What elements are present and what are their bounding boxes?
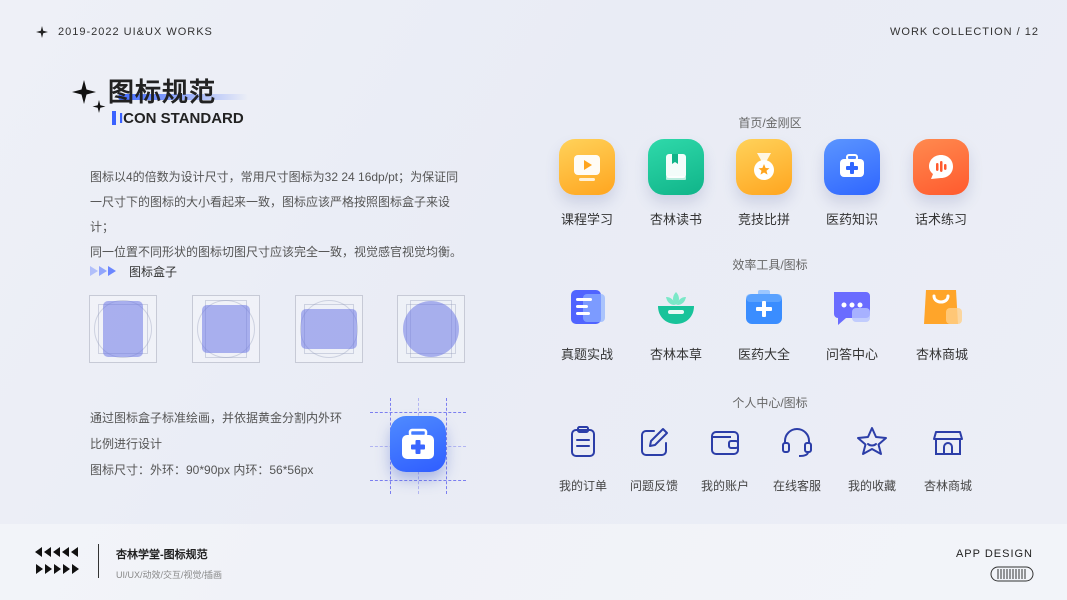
qa-chat-icon bbox=[828, 284, 876, 332]
footer-divider bbox=[98, 544, 99, 578]
footer-subtitle: UI/UX/动效/交互/视觉/插画 bbox=[116, 570, 223, 580]
icon-box-square bbox=[192, 295, 260, 363]
home-item-reading[interactable]: 杏林读书 bbox=[636, 139, 716, 228]
home-item-medical[interactable]: 医药知识 bbox=[812, 139, 892, 228]
icon-box-landscape bbox=[295, 295, 363, 363]
personal-item-store[interactable]: 杏林商城 bbox=[908, 424, 988, 494]
section-title-personal: 个人中心/图标 bbox=[732, 396, 808, 410]
icon-box-label: 图标盒子 bbox=[129, 265, 178, 279]
footer-right-text: APP DESIGN bbox=[955, 548, 1033, 560]
personal-item-feedback[interactable]: 问题反馈 bbox=[614, 424, 694, 494]
tools-item-label: 问答中心 bbox=[825, 347, 878, 362]
book-icon bbox=[648, 139, 704, 195]
medical-box-icon bbox=[740, 284, 788, 332]
tools-item-label: 杏林商城 bbox=[915, 347, 968, 362]
header-left-text: 2019-2022 UI&UX WORKS bbox=[58, 26, 213, 38]
icon-box-portrait bbox=[89, 295, 157, 363]
personal-item-account[interactable]: 我的账户 bbox=[685, 424, 765, 494]
tools-item-qa[interactable]: 问答中心 bbox=[812, 284, 892, 363]
personal-item-label: 我的账户 bbox=[700, 479, 749, 493]
herb-bowl-icon bbox=[652, 284, 700, 332]
description-line: 一尺寸下的图标的大小看起来一致，图标应该严格按照图标盒子来设计； bbox=[90, 195, 451, 234]
personal-item-orders[interactable]: 我的订单 bbox=[543, 424, 623, 494]
store-icon bbox=[933, 431, 963, 455]
footer-title: 杏林学堂-图标规范 bbox=[116, 549, 208, 561]
subtitle-rest: CON STANDARD bbox=[123, 110, 244, 127]
home-item-label: 竞技比拼 bbox=[737, 212, 790, 227]
home-item-label: 杏林读书 bbox=[649, 212, 702, 227]
tools-item-herb[interactable]: 杏林本草 bbox=[636, 284, 716, 363]
feedback-edit-icon bbox=[641, 428, 668, 456]
personal-item-favorites[interactable]: 我的收藏 bbox=[832, 424, 912, 494]
home-item-label: 医药知识 bbox=[825, 212, 878, 227]
description: 图标以4的倍数为设计尺寸，常用尺寸图标为32 24 16dp/pt；为保证同 一… bbox=[90, 165, 470, 265]
tools-item-label: 真题实战 bbox=[560, 347, 613, 362]
video-course-icon bbox=[559, 139, 615, 195]
personal-item-label: 我的订单 bbox=[558, 479, 607, 493]
tools-item-mall[interactable]: 杏林商城 bbox=[902, 284, 982, 363]
method-description: 通过图标盒子标准绘画，并依据黄金分割内外环 比例进行设计 图标尺寸：外环：90*… bbox=[90, 405, 390, 483]
tools-item-exam[interactable]: 真题实战 bbox=[547, 284, 627, 363]
subtitle-accent-bar bbox=[112, 111, 116, 125]
icon-size-demo bbox=[370, 398, 466, 494]
star-icon bbox=[857, 427, 887, 455]
personal-item-label: 杏林商城 bbox=[923, 479, 972, 493]
tools-item-label: 医药大全 bbox=[737, 347, 790, 362]
section-title-home: 首页/金刚区 bbox=[738, 116, 802, 130]
method-line: 通过图标盒子标准绘画，并依据黄金分割内外环 bbox=[90, 411, 343, 425]
personal-item-label: 我的收藏 bbox=[847, 479, 896, 493]
home-item-label: 话术练习 bbox=[914, 212, 967, 227]
section-title-tools: 效率工具/图标 bbox=[732, 258, 808, 272]
star-sparkle-icon bbox=[72, 80, 106, 113]
tools-item-label: 杏林本草 bbox=[649, 347, 702, 362]
tools-item-medical-encyclopedia[interactable]: 医药大全 bbox=[724, 284, 804, 363]
description-line: 图标以4的倍数为设计尺寸，常用尺寸图标为32 24 16dp/pt；为保证同 bbox=[90, 170, 459, 184]
icon-box-heading: 图标盒子 bbox=[90, 263, 177, 280]
barcode-pill-logo bbox=[990, 566, 1034, 582]
header-right-text: WORK COLLECTION / 12 bbox=[890, 26, 1039, 38]
page-title: 图标规范 bbox=[108, 77, 217, 107]
icon-box-circle bbox=[397, 295, 465, 363]
brand-arrows-logo bbox=[35, 547, 79, 574]
footer bbox=[0, 524, 1067, 600]
home-item-course[interactable]: 课程学习 bbox=[547, 139, 627, 228]
home-item-competition[interactable]: 竞技比拼 bbox=[724, 139, 804, 228]
personal-item-label: 问题反馈 bbox=[629, 479, 678, 493]
wallet-icon bbox=[711, 431, 739, 455]
personal-item-service[interactable]: 在线客服 bbox=[757, 424, 837, 494]
medical-kit-demo-icon bbox=[390, 416, 446, 472]
medical-kit-icon bbox=[824, 139, 880, 195]
triple-arrow-icon bbox=[90, 265, 117, 279]
voice-chat-icon bbox=[913, 139, 969, 195]
exam-paper-icon bbox=[563, 284, 611, 332]
headset-icon bbox=[782, 428, 812, 457]
header-left: 2019-2022 UI&UX WORKS bbox=[36, 26, 213, 38]
page-subtitle: ICON STANDARD bbox=[112, 110, 244, 127]
description-line: 同一位置不同形状的图标切图尺寸应该完全一致，视觉感官视觉均衡。 bbox=[90, 245, 463, 259]
shopping-bag-icon bbox=[918, 284, 966, 332]
personal-item-label: 在线客服 bbox=[772, 479, 821, 493]
method-line: 图标尺寸：外环：90*90px 内环：56*56px bbox=[90, 463, 314, 477]
medal-icon bbox=[736, 139, 792, 195]
method-line: 比例进行设计 bbox=[90, 437, 163, 451]
home-item-speech[interactable]: 话术练习 bbox=[901, 139, 981, 228]
home-item-label: 课程学习 bbox=[560, 212, 613, 227]
sparkle-icon bbox=[36, 26, 48, 38]
order-list-icon bbox=[571, 426, 595, 457]
